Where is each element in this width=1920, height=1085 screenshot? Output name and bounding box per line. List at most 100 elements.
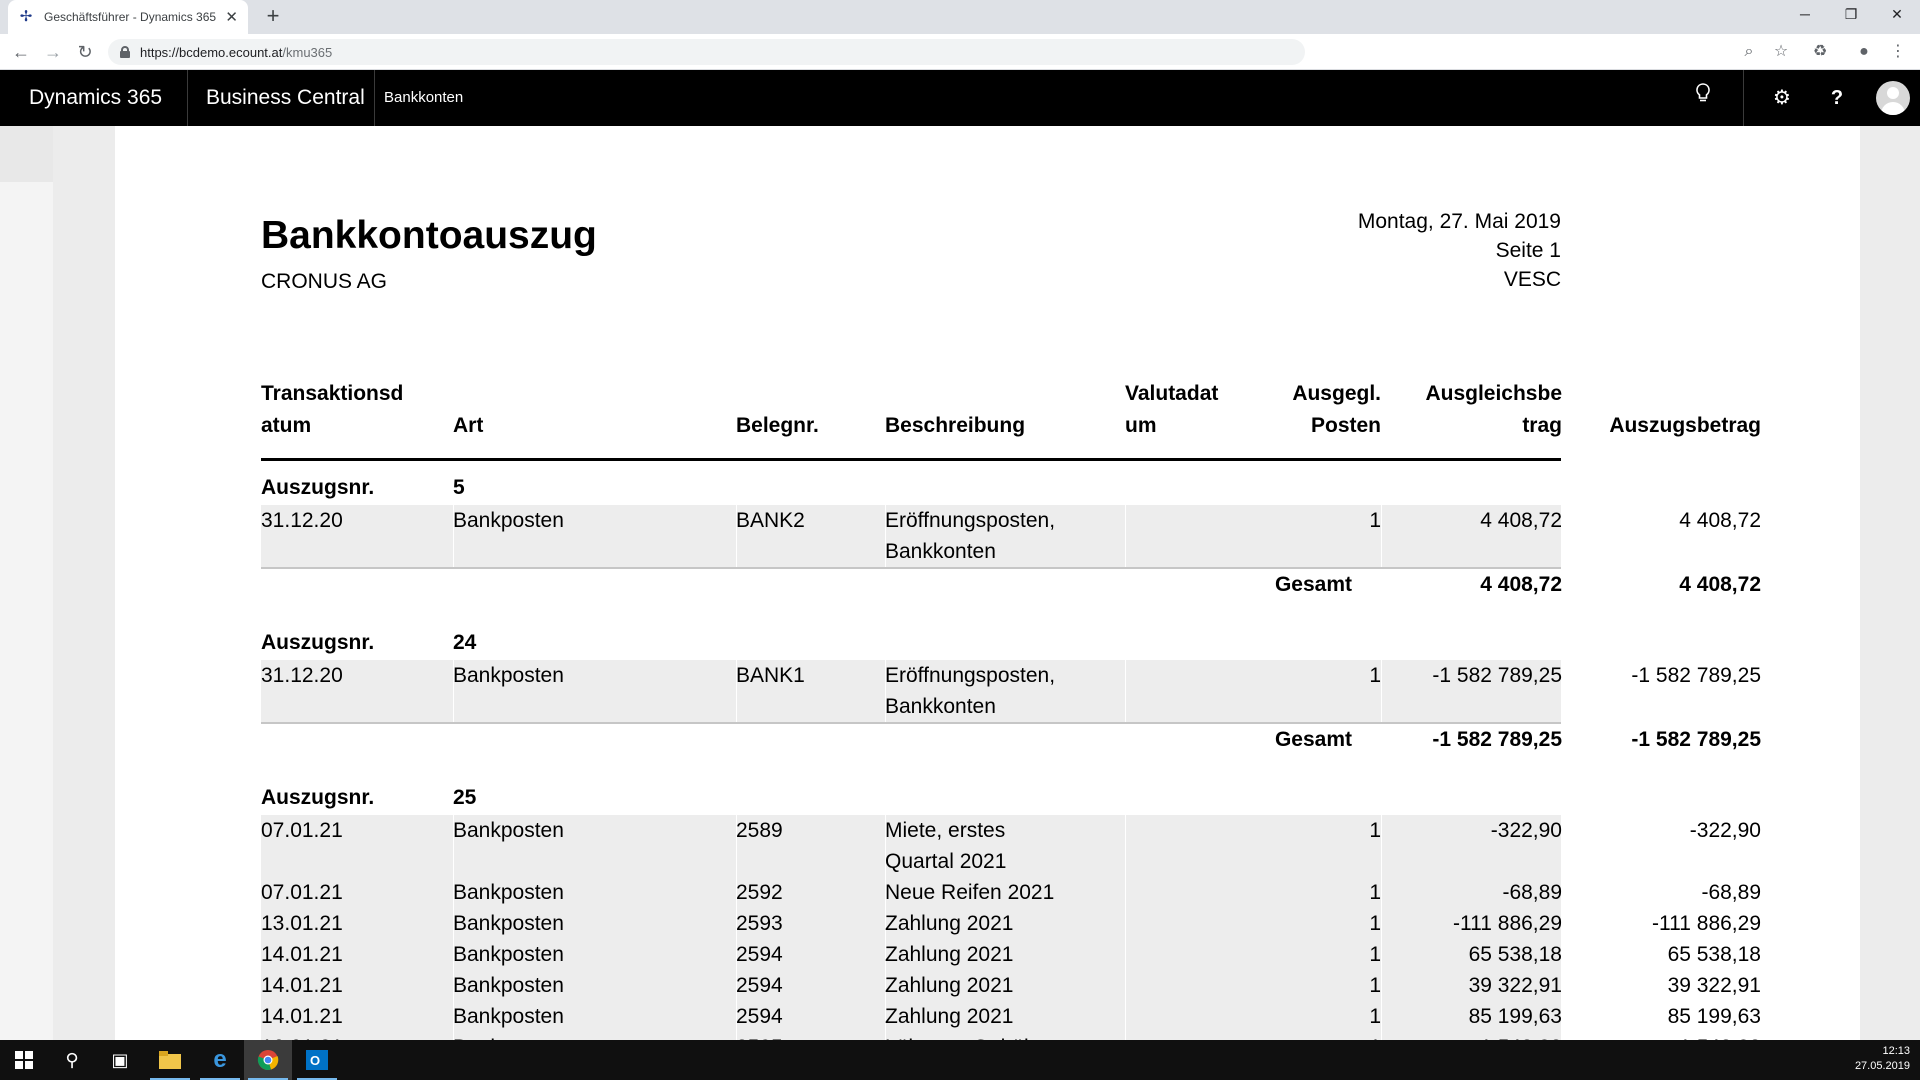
- cell-statement-amount: 4 408,72: [1679, 509, 1761, 532]
- column-header-document-no: Belegnr.: [736, 414, 819, 437]
- new-tab-button[interactable]: +: [260, 4, 286, 30]
- restore-icon[interactable]: ❐: [1828, 0, 1874, 30]
- zoom-icon[interactable]: ⌕: [1737, 40, 1761, 64]
- file-explorer-icon[interactable]: [146, 1040, 194, 1080]
- browser-tab[interactable]: ✢ Geschäftsführer - Dynamics 365 ✕: [8, 0, 248, 34]
- browser-menu-icon[interactable]: ⋮: [1886, 40, 1910, 64]
- close-tab-icon[interactable]: ✕: [225, 8, 238, 26]
- cell-document-no: 2592: [736, 881, 783, 904]
- header-divider: [1743, 70, 1744, 126]
- cell-separator: [1125, 1001, 1126, 1032]
- task-view-icon[interactable]: ▣: [96, 1040, 144, 1080]
- product-name[interactable]: Dynamics 365: [0, 70, 188, 126]
- system-clock[interactable]: 12:13 27.05.2019: [1855, 1044, 1910, 1074]
- profile-icon[interactable]: ●: [1852, 40, 1876, 64]
- group-label: Auszugsnr.: [261, 786, 375, 809]
- cell-separator: [1125, 1032, 1126, 1040]
- cell-type: Bankposten: [453, 943, 564, 966]
- column-header-transaction-date: Transaktionsd atum: [261, 382, 404, 437]
- cell-type: Bankposten: [453, 1005, 564, 1028]
- group-number: 5: [453, 476, 465, 499]
- edge-browser-icon[interactable]: e: [196, 1040, 244, 1080]
- cell-statement-amount: 39 322,91: [1667, 974, 1761, 997]
- cell-type: Bankposten: [453, 819, 564, 842]
- cell-transaction-date: 14.01.21: [261, 974, 343, 997]
- cell-statement-amount: 85 199,63: [1667, 1005, 1761, 1028]
- group-label: Auszugsnr.: [261, 476, 375, 499]
- cell-document-no: BANK1: [736, 664, 805, 687]
- reload-icon[interactable]: ↻: [73, 40, 97, 64]
- cell-document-no: BANK2: [736, 509, 805, 532]
- cell-transaction-date: 31.12.20: [261, 509, 343, 532]
- window-controls: ─ ❐ ✕: [1782, 0, 1920, 30]
- outlook-icon[interactable]: O: [293, 1040, 341, 1080]
- cell-description: Zahlung 2021: [885, 974, 1014, 997]
- cell-description: Miete, erstes: [885, 819, 1006, 842]
- back-icon[interactable]: ←: [9, 40, 33, 64]
- group-label: Auszugsnr.: [261, 631, 375, 654]
- url-text: https://bcdemo.ecount.at/kmu365: [140, 44, 333, 60]
- cell-document-no: 2594: [736, 943, 783, 966]
- cell-separator: [1125, 877, 1126, 908]
- report-date: Montag, 27. Mai 2019: [1357, 210, 1561, 233]
- clock-date: 27.05.2019: [1854, 1060, 1910, 1072]
- settings-gear-icon[interactable]: ⚙: [1755, 70, 1809, 126]
- column-header-description: Beschreibung: [885, 414, 1026, 437]
- windows-start-icon[interactable]: [0, 1040, 48, 1080]
- forward-icon[interactable]: →: [41, 40, 65, 64]
- cell-document-no: 2589: [736, 819, 783, 842]
- cell-type: Bankposten: [453, 881, 564, 904]
- cell-description: Eröffnungsposten,: [885, 509, 1056, 532]
- cell-type: Bankposten: [453, 974, 564, 997]
- address-bar[interactable]: https://bcdemo.ecount.at/kmu365: [108, 39, 1305, 65]
- viewer-left-strip-top: [0, 126, 53, 182]
- report-title: Bankkontoauszug: [261, 214, 597, 257]
- cell-transaction-date: 31.12.20: [261, 664, 343, 687]
- cell-separator: [1125, 660, 1126, 722]
- lightbulb-icon[interactable]: [1676, 70, 1730, 126]
- minimize-icon[interactable]: ─: [1782, 0, 1828, 30]
- cell-transaction-date: 14.01.21: [261, 943, 343, 966]
- cell-description-line2: Quartal 2021: [885, 850, 1007, 873]
- bookmark-star-icon[interactable]: ☆: [1769, 40, 1793, 64]
- total-statement-amount: 4 408,72: [1679, 573, 1761, 596]
- cell-statement-amount: -322,90: [1689, 819, 1761, 842]
- tab-title: Geschäftsführer - Dynamics 365: [44, 10, 217, 24]
- svg-text:O: O: [310, 1053, 320, 1068]
- report-user: VESC: [1503, 268, 1561, 291]
- cell-statement-amount: -1 548,33: [1355, 1032, 1761, 1040]
- chrome-browser-icon[interactable]: [244, 1040, 292, 1080]
- browser-tabstrip: ✢ Geschäftsführer - Dynamics 365 ✕ + ─ ❐…: [0, 0, 1920, 34]
- close-window-icon[interactable]: ✕: [1874, 0, 1920, 30]
- column-header-statement-amount: Auszugsbetrag: [1609, 414, 1761, 437]
- cell-statement-amount: -111 886,29: [1652, 912, 1761, 935]
- cell-document-no: 2595: [736, 1032, 783, 1040]
- windows-taskbar: ⚲ ▣ e O 12:13 27.05.2019: [0, 1040, 1920, 1080]
- page-title: Bankkonten: [384, 89, 464, 106]
- report-page: Bankkontoauszug CRONUS AG Montag, 27. Ma…: [115, 126, 1860, 1040]
- cell-transaction-date: 13.01.21: [261, 912, 343, 935]
- cell-description-line2: Bankkonten: [885, 695, 996, 718]
- clock-time: 12:13: [1882, 1045, 1910, 1057]
- cell-separator: [1125, 908, 1126, 939]
- search-icon[interactable]: ⚲: [48, 1040, 96, 1080]
- user-avatar[interactable]: [1876, 81, 1910, 115]
- module-name[interactable]: Business Central: [188, 70, 375, 126]
- cell-transaction-date: 16.01.21: [261, 1032, 343, 1040]
- browser-toolbar: ← → ↻ https://bcdemo.ecount.at/kmu365 ⌕ …: [0, 34, 1920, 70]
- cell-description: Zahlung 2021: [885, 943, 1014, 966]
- cell-transaction-date: 07.01.21: [261, 819, 343, 842]
- report-page-number: Seite 1: [1495, 239, 1561, 262]
- total-statement-amount: -1 582 789,25: [1631, 728, 1761, 751]
- cell-separator: [1125, 939, 1126, 970]
- cell-document-no: 2593: [736, 912, 783, 935]
- extension-icon[interactable]: ♻: [1808, 40, 1832, 64]
- help-icon[interactable]: ?: [1810, 70, 1864, 126]
- cell-description: Neue Reifen 2021: [885, 881, 1055, 904]
- cell-description: Löhne u. Gehält: [885, 1032, 1034, 1040]
- cell-transaction-date: 14.01.21: [261, 1005, 343, 1028]
- cell-description: Zahlung 2021: [885, 1005, 1014, 1028]
- cell-separator: [1125, 505, 1126, 567]
- cell-separator: [1125, 970, 1126, 1001]
- total-label: Gesamt: [1274, 573, 1352, 596]
